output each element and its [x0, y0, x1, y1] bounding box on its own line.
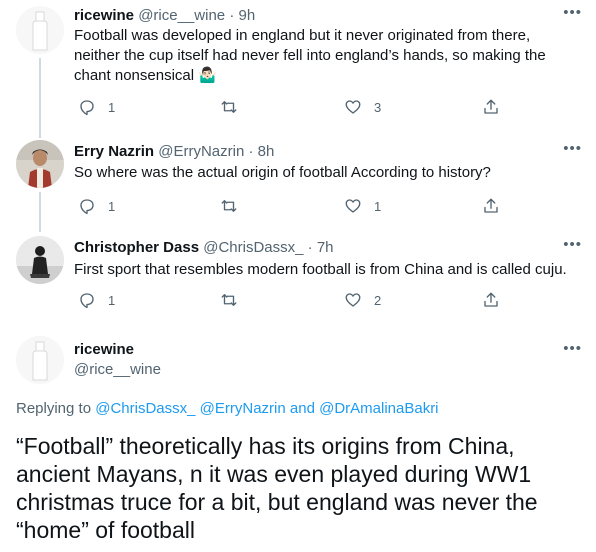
more-icon[interactable]: ••• — [563, 341, 582, 356]
share-button[interactable] — [482, 196, 500, 216]
display-name[interactable]: ricewine — [74, 7, 134, 24]
share-icon — [484, 292, 498, 307]
like-count: 3 — [374, 99, 382, 115]
heart-icon — [345, 100, 361, 114]
like-button[interactable]: 1 — [344, 196, 381, 216]
tweet-text: First sport that resembles modern footba… — [74, 261, 567, 278]
tweet-actions: 1 1 — [74, 196, 514, 216]
reply-count: 1 — [108, 99, 116, 115]
display-name[interactable]: Christopher Dass — [74, 239, 199, 256]
tweet-text: Football was developed in england but it… — [74, 27, 546, 84]
retweet-icon — [221, 101, 237, 113]
share-icon — [484, 198, 498, 213]
reply-icon — [80, 293, 94, 309]
handle[interactable]: @ChrisDassx_ — [203, 239, 303, 256]
separator: · — [229, 7, 235, 24]
reply-icon — [80, 199, 94, 215]
reply-button[interactable]: 1 — [78, 196, 115, 216]
tweet-actions: 1 3 — [74, 97, 514, 117]
tweet-actions: 1 2 — [74, 290, 514, 310]
avatar[interactable] — [16, 140, 64, 188]
reply-button[interactable]: 1 — [78, 97, 115, 117]
tweet-header: Erry Nazrin @ErryNazrin · 8h — [74, 142, 556, 162]
mention-and[interactable]: and — [290, 400, 315, 417]
heart-icon — [345, 199, 361, 213]
thread-line — [39, 58, 41, 130]
tweet-1[interactable]: ricewine @rice__wine · 9h ••• Football w… — [0, 0, 596, 130]
thread-line — [39, 228, 41, 232]
separator: · — [248, 143, 254, 160]
mention-link[interactable]: @ChrisDassx_ — [95, 400, 195, 417]
heart-icon — [345, 293, 361, 307]
tweet-2[interactable]: Erry Nazrin @ErryNazrin · 8h ••• So wher… — [0, 130, 596, 228]
like-count: 1 — [374, 198, 382, 214]
share-button[interactable] — [482, 290, 500, 310]
display-name[interactable]: ricewine — [74, 341, 134, 358]
retweet-icon — [221, 294, 237, 306]
replying-to: Replying to @ChrisDassx_ @ErryNazrin and… — [16, 400, 439, 417]
main-tweet-text: “Football” theoretically has its origins… — [16, 433, 538, 543]
mention-link[interactable]: @DrAmalinaBakri — [319, 400, 438, 417]
retweet-button[interactable] — [220, 290, 250, 310]
main-display-name-row: ricewine — [74, 340, 556, 360]
tweet-header: ricewine @rice__wine · 9h — [74, 6, 556, 26]
reply-button[interactable]: 1 — [78, 290, 115, 310]
share-icon — [484, 99, 498, 114]
mention-link[interactable]: @ErryNazrin — [200, 400, 286, 417]
like-button[interactable]: 3 — [344, 97, 381, 117]
timestamp[interactable]: 9h — [238, 7, 255, 24]
thread-line — [39, 192, 41, 228]
avatar[interactable] — [16, 336, 64, 384]
main-handle-row: @rice__wine — [74, 360, 556, 380]
share-button[interactable] — [482, 97, 500, 117]
thread-line — [39, 130, 41, 138]
tweet-text: So where was the actual origin of footba… — [74, 164, 491, 181]
like-button[interactable]: 2 — [344, 290, 381, 310]
avatar[interactable] — [16, 6, 64, 54]
timestamp[interactable]: 8h — [258, 143, 275, 160]
more-icon[interactable]: ••• — [563, 141, 582, 156]
retweet-icon — [221, 200, 237, 212]
separator: · — [307, 239, 313, 256]
more-icon[interactable]: ••• — [563, 237, 582, 252]
reply-count: 1 — [108, 292, 116, 308]
tweet-3[interactable]: Christopher Dass @ChrisDassx_ · 7h ••• F… — [0, 228, 596, 324]
retweet-button[interactable] — [220, 97, 250, 117]
handle[interactable]: @rice__wine — [138, 7, 225, 24]
like-count: 2 — [374, 292, 382, 308]
retweet-button[interactable] — [220, 196, 250, 216]
display-name[interactable]: Erry Nazrin — [74, 143, 154, 160]
replying-prefix: Replying to — [16, 400, 92, 417]
tweet-header: Christopher Dass @ChrisDassx_ · 7h — [74, 238, 556, 258]
handle[interactable]: @rice__wine — [74, 361, 161, 378]
timestamp[interactable]: 7h — [317, 239, 334, 256]
handle[interactable]: @ErryNazrin — [158, 143, 244, 160]
reply-count: 1 — [108, 198, 116, 214]
reply-icon — [80, 100, 94, 116]
more-icon[interactable]: ••• — [563, 5, 582, 20]
avatar[interactable] — [16, 236, 64, 284]
